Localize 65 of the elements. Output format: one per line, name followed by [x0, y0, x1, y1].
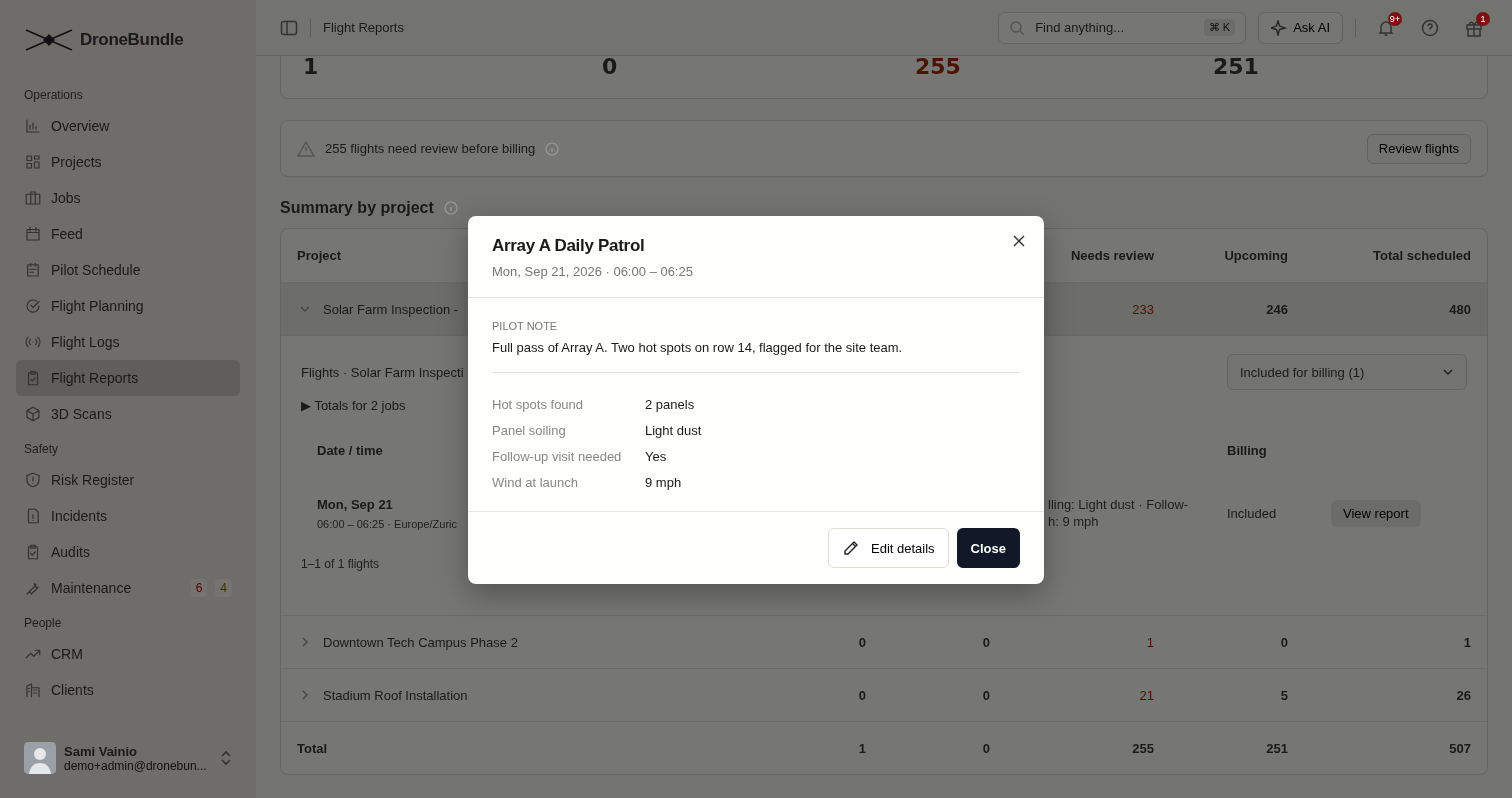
project-name: Downtown Tech Campus Phase 2 [323, 634, 518, 650]
field-label: Wind at launch [492, 474, 579, 490]
field-label: Hot spots found [492, 396, 585, 412]
table-cell: 21 [1139, 687, 1154, 703]
section-heading: Operations [23, 87, 84, 104]
stat-value: 1 [303, 56, 320, 78]
section-heading: People [23, 615, 63, 632]
section-title: Summary by project [280, 199, 434, 217]
notification-badge: 9+ [1388, 11, 1402, 26]
table-cell: 246 [1266, 301, 1288, 317]
table-cell: 1 [1463, 634, 1471, 650]
column-header: Upcoming [1224, 248, 1288, 263]
project-name: Solar Farm Inspection - [323, 301, 459, 317]
gift-badge: 1 [1476, 11, 1490, 26]
table-cell: 480 [1449, 301, 1471, 317]
table-cell: 1 [1146, 634, 1154, 650]
field-value: 2 panels [645, 396, 696, 412]
count-badge: 4 [215, 579, 232, 597]
table-cell: 0 [858, 634, 866, 650]
flight-time: 06:00 – 06:25 · Europe/Zuric [317, 517, 458, 530]
column-header: Date / time [317, 443, 383, 460]
column-header: Needs review [1070, 248, 1154, 263]
breadcrumb: Flight Reports [323, 20, 404, 35]
table-cell: 26 [1456, 687, 1471, 703]
table-cell: 507 [1449, 740, 1471, 756]
stat-value: 0 [602, 56, 619, 78]
table-cell: 0 [1280, 634, 1288, 650]
flight-notes: h: 9 mph [1048, 514, 1100, 529]
project-name: Stadium Roof Installation [323, 687, 468, 703]
table-cell: 233 [1132, 301, 1154, 317]
stat-value: 251 [1213, 56, 1260, 78]
flight-notes: lling: Light dust · Follow- [1048, 497, 1189, 512]
note-label: PILOT NOTE [492, 320, 558, 332]
billing-status: Included [1227, 505, 1277, 521]
field-value: 9 mph [645, 474, 683, 490]
table-cell: 0 [858, 687, 866, 703]
column-header: Billing [1227, 443, 1267, 460]
app-name: DroneBundle [80, 30, 184, 50]
total-label: Total [297, 740, 328, 756]
table-cell: 0 [982, 687, 990, 703]
table-cell: 255 [1132, 740, 1154, 756]
flight-date: Mon, Sep 21 [317, 496, 394, 512]
table-cell: 0 [982, 634, 990, 650]
table-cell: 0 [982, 740, 990, 756]
field-value: Yes [645, 448, 668, 464]
stat-value: 255 [915, 56, 962, 78]
column-header: Total scheduled [1373, 248, 1471, 263]
shortcut-key: ⌘ K [1203, 19, 1236, 36]
field-label: Follow-up visit needed [492, 448, 623, 464]
dialog-subtitle: Mon, Sep 21, 2026 · 06:00 – 06:25 [492, 264, 693, 279]
banner-text: 255 flights need review before billing [325, 141, 536, 156]
field-label: Panel soiling [492, 422, 567, 438]
panel-title: Flights · Solar Farm Inspecti [301, 364, 464, 380]
pilot-note: Full pass of Array A. Two hot spots on row 14, flagged for the site team. [492, 340, 903, 355]
field-value: Light dust [645, 422, 703, 438]
table-cell: 5 [1280, 687, 1288, 703]
pagination-text: 1–1 of 1 flights [301, 557, 381, 571]
user-email: demo+admin@dronebun... [64, 758, 208, 773]
table-cell: 1 [858, 740, 866, 756]
column-header: Project [297, 248, 342, 263]
section-heading: Safety [23, 441, 60, 458]
dialog-title: Array A Daily Patrol [492, 236, 645, 256]
count-badge: 6 [190, 579, 208, 597]
table-cell: 251 [1266, 740, 1288, 756]
user-name: Sami Vainio [64, 743, 138, 759]
